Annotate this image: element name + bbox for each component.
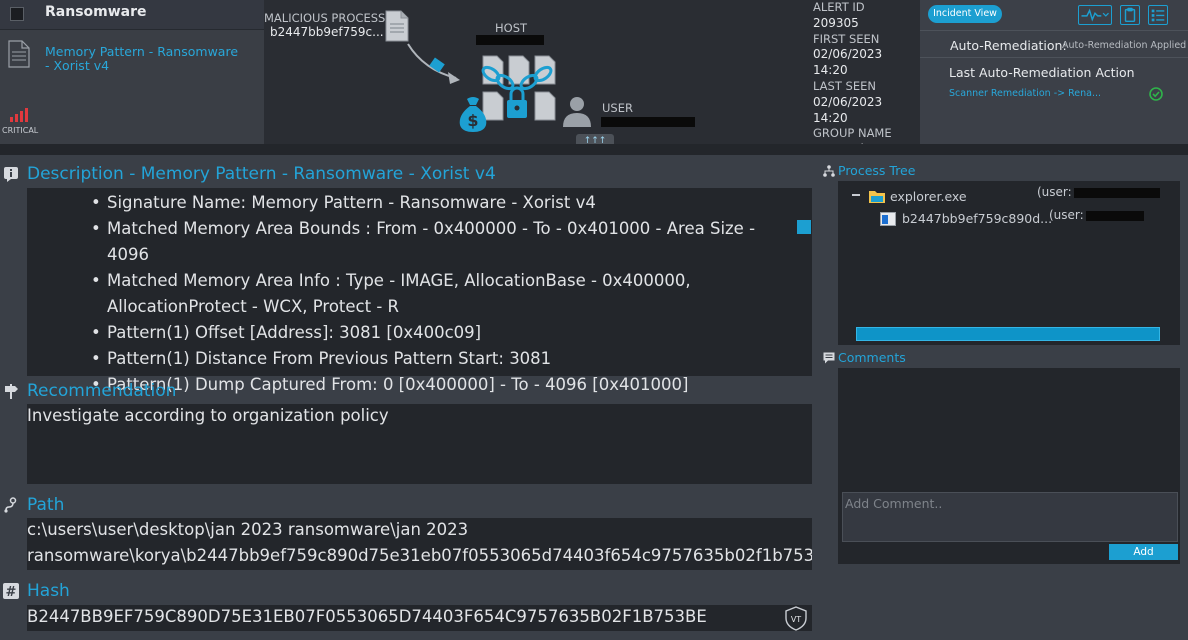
user-prefix: (user: bbox=[1049, 208, 1084, 222]
alert-signature-link[interactable]: Memory Pattern - Ransomware - Xorist v4 bbox=[45, 45, 245, 73]
check-circle-icon bbox=[1149, 87, 1163, 101]
alert-title: Ransomware bbox=[45, 4, 147, 20]
hash-box: B2447BB9EF759C890D75E31EB07F0553065D7440… bbox=[27, 605, 812, 631]
money-bag-icon: $ bbox=[459, 97, 487, 132]
process-tree-icon bbox=[823, 165, 835, 177]
alert-title-bar: Ransomware bbox=[0, 0, 264, 30]
description-box: Signature Name: Memory Pattern - Ransomw… bbox=[27, 188, 812, 398]
alert-metadata: ALERT ID 209305 FIRST SEEN 02/06/2023 14… bbox=[813, 0, 919, 156]
description-list: Signature Name: Memory Pattern - Ransomw… bbox=[91, 190, 797, 398]
alert-header: Ransomware Memory Pattern - Ransomware -… bbox=[0, 0, 1188, 156]
host-name-redacted bbox=[476, 35, 544, 45]
group-name-label: GROUP NAME bbox=[813, 126, 892, 141]
select-alert-checkbox[interactable] bbox=[10, 7, 24, 21]
redacted-user bbox=[1085, 210, 1144, 221]
process-file-icon[interactable] bbox=[384, 10, 410, 42]
alert-id-value: 209305 bbox=[813, 15, 859, 30]
severity-bars-icon bbox=[10, 108, 28, 122]
process-tree-root-name: explorer.exe bbox=[890, 189, 967, 204]
path-icon bbox=[4, 497, 17, 513]
last-remediation-link[interactable]: Scanner Remediation -> Rena... bbox=[949, 88, 1101, 99]
auto-remediation-label: Auto-Remediation: bbox=[950, 38, 1067, 53]
process-tree-title: Process Tree bbox=[838, 163, 916, 178]
malicious-process-hash[interactable]: b2447bb9ef759c... bbox=[270, 25, 384, 39]
last-seen-value: 02/06/2023 14:20 bbox=[813, 94, 883, 125]
last-remediation-title: Last Auto-Remediation Action bbox=[949, 65, 1135, 80]
user-label: USER bbox=[602, 101, 633, 115]
folder-icon bbox=[869, 191, 885, 203]
user-name-redacted bbox=[601, 117, 695, 127]
user-prefix: (user: bbox=[1037, 185, 1072, 199]
recommendation-box: Investigate according to organization po… bbox=[27, 404, 812, 484]
severity-label: CRITICAL bbox=[2, 126, 39, 135]
description-item: Matched Memory Area Info : Type - IMAGE,… bbox=[91, 268, 797, 320]
first-seen-value: 02/06/2023 14:20 bbox=[813, 47, 883, 78]
add-comment-button[interactable]: Add bbox=[1109, 544, 1178, 560]
process-tree-child[interactable]: b2447bb9ef759c890d... (user: bbox=[880, 208, 1180, 229]
last-seen-label: LAST SEEN bbox=[813, 78, 876, 93]
signpost-icon bbox=[5, 384, 18, 399]
process-tree-root-user: (user: bbox=[1037, 185, 1160, 199]
path-line-1: c:\users\user\desktop\jan 2023 ransomwar… bbox=[27, 520, 469, 539]
alert-id-label: ALERT ID bbox=[813, 0, 865, 14]
window-icon bbox=[880, 212, 896, 226]
document-icon bbox=[8, 40, 30, 68]
add-comment-input[interactable] bbox=[842, 492, 1178, 542]
host-label: HOST bbox=[495, 21, 528, 35]
first-seen-label: FIRST SEEN bbox=[813, 31, 880, 46]
process-tree-child-name: b2447bb9ef759c890d... bbox=[902, 211, 1053, 226]
user-icon[interactable] bbox=[560, 95, 594, 127]
header-divider bbox=[0, 144, 1188, 155]
info-icon bbox=[4, 167, 18, 182]
comments-box: Add bbox=[838, 368, 1180, 564]
description-item: Matched Memory Area Bounds : From - 0x40… bbox=[91, 216, 797, 268]
hash-title: Hash bbox=[27, 581, 70, 601]
process-tree-scrollbar[interactable] bbox=[856, 327, 1160, 341]
incident-view-button[interactable]: Incident View bbox=[928, 5, 1002, 23]
alert-summary-panel: Ransomware Memory Pattern - Ransomware -… bbox=[0, 0, 264, 144]
redacted-user bbox=[1073, 187, 1160, 198]
process-tree-box: explorer.exe (user: b2447bb9ef759c890d..… bbox=[838, 181, 1180, 345]
remediation-panel: Incident View Auto-Remediation: Auto-Rem… bbox=[920, 0, 1188, 144]
description-item: Pattern(1) Dump Captured From: 0 [0x4000… bbox=[91, 372, 797, 398]
path-box: c:\users\user\desktop\jan 2023 ransomwar… bbox=[27, 518, 812, 570]
hash-value: B2447BB9EF759C890D75E31EB07F0553065D7440… bbox=[27, 607, 707, 626]
clipboard-icon[interactable] bbox=[1120, 5, 1140, 25]
connection-arrow-icon bbox=[407, 43, 460, 84]
path-line-2: ransomware\korya\b2447bb9ef759c890d75e31… bbox=[27, 546, 812, 565]
process-tree-child-user: (user: bbox=[1049, 208, 1144, 222]
svg-text:VT: VT bbox=[791, 615, 801, 624]
process-tree-root[interactable]: explorer.exe (user: bbox=[852, 185, 1172, 207]
virustotal-shield-icon[interactable]: VT bbox=[783, 605, 809, 631]
attack-graph: MALICIOUS PROCESS b2447bb9ef759c... HOST bbox=[264, 0, 804, 148]
auto-remediation-row: Auto-Remediation: Auto-Remediation Appli… bbox=[920, 30, 1188, 58]
comment-icon bbox=[823, 352, 835, 364]
description-item: Pattern(1) Offset [Address]: 3081 [0x400… bbox=[91, 320, 797, 346]
svg-text:#: # bbox=[6, 585, 17, 599]
recommendation-title: Recommendation bbox=[27, 381, 177, 401]
description-item: Signature Name: Memory Pattern - Ransomw… bbox=[91, 190, 797, 216]
description-title: Description - Memory Pattern - Ransomwar… bbox=[27, 164, 496, 184]
hash-icon: # bbox=[3, 583, 19, 599]
scroll-marker[interactable] bbox=[797, 220, 811, 234]
description-item: Pattern(1) Distance From Previous Patter… bbox=[91, 346, 797, 372]
comments-title: Comments bbox=[838, 350, 906, 365]
recommendation-text: Investigate according to organization po… bbox=[27, 406, 389, 425]
collapse-icon[interactable] bbox=[852, 194, 860, 196]
auto-remediation-status: Auto-Remediation Applied bbox=[1062, 40, 1187, 51]
activity-pulse-icon[interactable] bbox=[1078, 5, 1112, 25]
path-title: Path bbox=[27, 495, 65, 515]
svg-text:$: $ bbox=[467, 111, 478, 130]
checklist-icon[interactable] bbox=[1148, 5, 1168, 25]
malicious-process-label: MALICIOUS PROCESS bbox=[264, 11, 386, 25]
